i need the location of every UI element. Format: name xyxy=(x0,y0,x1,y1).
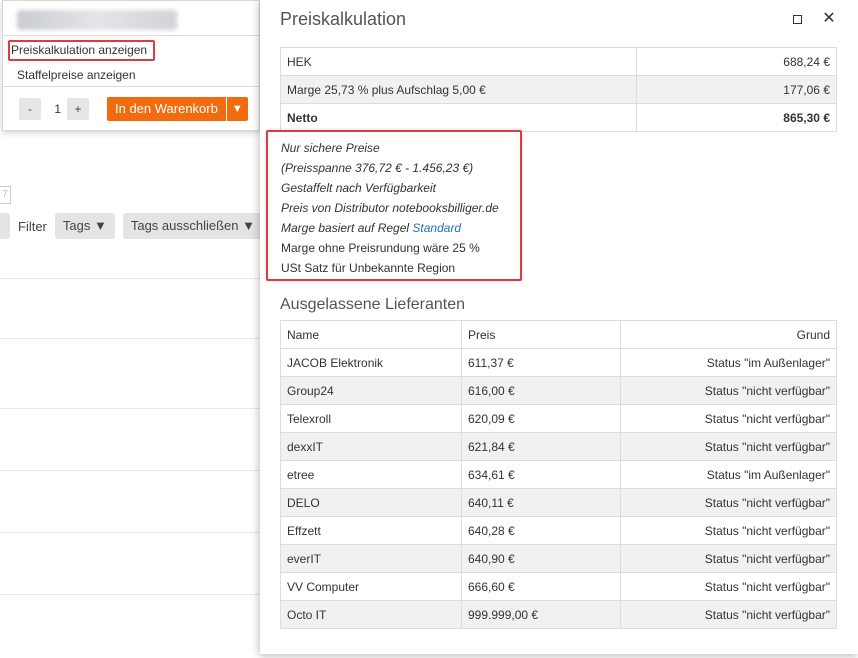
table-row: HEK 688,24 € xyxy=(280,47,837,76)
menu-item-tier-prices[interactable]: Staffelpreise anzeigen xyxy=(17,68,136,82)
supplier-reason: Status "nicht verfügbar" xyxy=(620,404,837,433)
supplier-price: 616,00 € xyxy=(461,376,621,405)
quantity-stepper: - 1 + In den Warenkorb ▼ xyxy=(19,97,248,121)
note-line: USt Satz für Unbekannte Region xyxy=(281,261,456,275)
table-row: DELO 640,11 € Status "nicht verfügbar" xyxy=(280,488,837,517)
supplier-name: Telexroll xyxy=(280,404,462,433)
calc-label: Marge 25,73 % plus Aufschlag 5,00 € xyxy=(280,75,637,104)
note-line: Gestaffelt nach Verfügbarkeit xyxy=(281,181,436,195)
panel-title: Preiskalkulation xyxy=(280,9,407,29)
supplier-name: Effzett xyxy=(280,516,462,545)
note-text: Marge basiert auf Regel xyxy=(281,221,413,235)
divider xyxy=(0,470,265,471)
divider xyxy=(0,408,265,409)
supplier-name: VV Computer xyxy=(280,572,462,601)
close-icon: ✕ xyxy=(822,10,836,27)
table-row: dexxIT 621,84 € Status "nicht verfügbar" xyxy=(280,432,837,461)
supplier-reason: Status "nicht verfügbar" xyxy=(620,572,837,601)
divider xyxy=(0,338,265,339)
add-to-cart-split-button: In den Warenkorb ▼ xyxy=(107,97,248,121)
supplier-name: JACOB Elektronik xyxy=(280,348,462,377)
table-row: etree 634,61 € Status "im Außenlager" xyxy=(280,460,837,489)
supplier-reason: Status "im Außenlager" xyxy=(620,348,837,377)
calc-value: 688,24 € xyxy=(636,47,837,76)
calculation-notes: Nur sichere Preise (Preisspanne 376,72 €… xyxy=(266,130,522,281)
price-calculation-panel: Preiskalkulation ✕ HEK 688,24 € Marge 25… xyxy=(260,0,858,654)
close-button[interactable]: ✕ xyxy=(820,10,838,28)
supplier-price: 640,90 € xyxy=(461,544,621,573)
table-header-row: Name Preis Grund xyxy=(280,320,837,349)
supplier-price: 999.999,00 € xyxy=(461,600,621,629)
quantity-increase-button[interactable]: + xyxy=(67,98,89,120)
margin-rule-link[interactable]: Standard xyxy=(412,221,461,235)
column-header-name: Name xyxy=(280,320,462,349)
supplier-price: 666,60 € xyxy=(461,572,621,601)
cart-options-dropdown-icon[interactable]: ▼ xyxy=(225,97,248,121)
table-row: Effzett 640,28 € Status "nicht verfügbar… xyxy=(280,516,837,545)
maximize-icon xyxy=(792,15,802,25)
supplier-name: Group24 xyxy=(280,376,462,405)
column-header-price: Preis xyxy=(461,320,621,349)
supplier-name: everIT xyxy=(280,544,462,573)
note-line: Nur sichere Preise xyxy=(281,141,380,155)
calc-value: 865,30 € xyxy=(636,103,837,132)
tags-exclude-button[interactable]: Tags ausschließen ▼ xyxy=(122,213,263,239)
divider xyxy=(0,532,265,533)
supplier-price: 640,11 € xyxy=(461,488,621,517)
supplier-reason: Status "nicht verfügbar" xyxy=(620,544,837,573)
table-row: Telexroll 620,09 € Status "nicht verfügb… xyxy=(280,404,837,433)
supplier-reason: Status "nicht verfügbar" xyxy=(620,376,837,405)
supplier-reason: Status "nicht verfügbar" xyxy=(620,432,837,461)
table-row: Group24 616,00 € Status "nicht verfügbar… xyxy=(280,376,837,405)
filter-label: Filter xyxy=(18,218,47,234)
supplier-reason: Status "nicht verfügbar" xyxy=(620,488,837,517)
supplier-reason: Status "nicht verfügbar" xyxy=(620,516,837,545)
table-row: Marge 25,73 % plus Aufschlag 5,00 € 177,… xyxy=(280,75,837,104)
filter-stub-button[interactable] xyxy=(0,213,10,239)
divider xyxy=(0,594,265,595)
note-line: Preis von Distributor notebooksbilliger.… xyxy=(281,201,499,215)
product-action-menu: Preiskalkulation anzeigen Staffelpreise … xyxy=(2,0,260,131)
divider xyxy=(3,86,259,87)
filter-bar: Filter Tags ▼ Tags ausschließen ▼ xyxy=(0,212,271,240)
tags-filter-button[interactable]: Tags ▼ xyxy=(54,213,115,239)
supplier-name: Octo IT xyxy=(280,600,462,629)
supplier-name: etree xyxy=(280,460,462,489)
table-row: JACOB Elektronik 611,37 € Status "im Auß… xyxy=(280,348,837,377)
supplier-price: 611,37 € xyxy=(461,348,621,377)
calc-label: Netto xyxy=(280,103,637,132)
calc-value: 177,06 € xyxy=(636,75,837,104)
supplier-reason: Status "im Außenlager" xyxy=(620,460,837,489)
skipped-suppliers-title: Ausgelassene Lieferanten xyxy=(280,296,466,313)
add-to-cart-button[interactable]: In den Warenkorb xyxy=(107,97,226,121)
supplier-price: 620,09 € xyxy=(461,404,621,433)
supplier-name: DELO xyxy=(280,488,462,517)
divider xyxy=(0,278,265,279)
note-line: Marge basiert auf Regel Standard xyxy=(281,218,520,238)
note-line: Marge ohne Preisrundung wäre 25 % xyxy=(281,241,480,255)
supplier-price: 621,84 € xyxy=(461,432,621,461)
table-row: Octo IT 999.999,00 € Status "nicht verfü… xyxy=(280,600,837,629)
blurred-product-header xyxy=(17,10,177,30)
supplier-name: dexxIT xyxy=(280,432,462,461)
table-row: Netto 865,30 € xyxy=(280,103,837,132)
supplier-price: 640,28 € xyxy=(461,516,621,545)
table-row: VV Computer 666,60 € Status "nicht verfü… xyxy=(280,572,837,601)
table-row: everIT 640,90 € Status "nicht verfügbar" xyxy=(280,544,837,573)
calc-label: HEK xyxy=(280,47,637,76)
menu-item-price-calculation[interactable]: Preiskalkulation anzeigen xyxy=(8,40,156,61)
note-line: (Preisspanne 376,72 € - 1.456,23 €) xyxy=(281,161,474,175)
calculation-table: HEK 688,24 € Marge 25,73 % plus Aufschla… xyxy=(280,47,837,132)
skipped-suppliers-table: Name Preis Grund JACOB Elektronik 611,37… xyxy=(280,320,837,629)
column-header-reason: Grund xyxy=(620,320,837,349)
maximize-button[interactable] xyxy=(788,10,806,28)
divider xyxy=(3,35,259,36)
quantity-value[interactable]: 1 xyxy=(41,102,67,116)
supplier-price: 634,61 € xyxy=(461,460,621,489)
supplier-reason: Status "nicht verfügbar" xyxy=(620,600,837,629)
page-number-stub: 7 xyxy=(0,186,11,204)
quantity-decrease-button[interactable]: - xyxy=(19,98,41,120)
